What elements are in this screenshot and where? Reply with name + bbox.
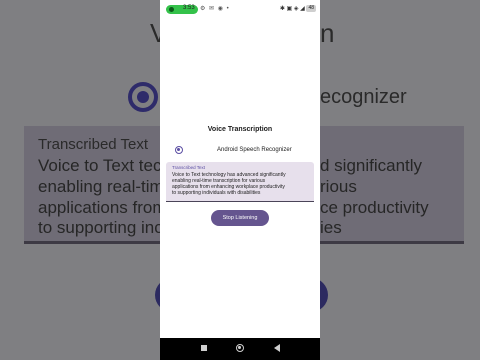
status-bar: 3:53 ⚙ ✉ ◉ • ✱ ▣ ◈ ◢ 48 [160, 0, 320, 18]
background-line: applications from [38, 198, 167, 217]
page-title: Voice Transcription [207, 126, 273, 133]
radio-label[interactable]: Android Speech Recognizer [217, 147, 292, 153]
navigation-bar [160, 338, 320, 360]
background-line: ies [320, 218, 342, 237]
background-title-right: n [320, 18, 335, 48]
text-field-line: to supporting individuals with disabilit… [172, 190, 261, 196]
background-line: rious [320, 177, 357, 196]
status-time: 3:53 [183, 5, 195, 11]
notification-icons: ⚙ ✉ ◉ • [200, 6, 230, 12]
background-line: to supporting inc [38, 218, 163, 237]
background-line: Voice to Text tec [38, 156, 162, 175]
radio-button-android-speech-recognizer[interactable] [175, 146, 183, 154]
mic-icon [169, 7, 174, 12]
recents-icon[interactable] [274, 344, 280, 352]
background-line: d significantly [320, 156, 423, 175]
background-caption: Transcribed Text [38, 136, 149, 153]
text-field-label: Transcribed Text [172, 165, 206, 170]
battery-icon: 48 [306, 5, 316, 12]
background-radio-label: ecognizer [320, 86, 407, 108]
phone-screen: 3:53 ⚙ ✉ ◉ • ✱ ▣ ◈ ◢ 48 Voice Transcript… [160, 0, 320, 360]
system-status-icons: ✱ ▣ ◈ ◢ 48 [280, 5, 316, 12]
transcribed-text-field[interactable]: Transcribed Text Voice to Text technolog… [166, 162, 314, 202]
stop-listening-button[interactable]: Stop Listening [211, 210, 269, 226]
home-icon[interactable] [236, 344, 244, 352]
background-radio-icon [128, 82, 158, 112]
background-line: ce productivity [320, 198, 429, 217]
back-icon[interactable] [201, 345, 207, 351]
background-line: enabling real-tim [38, 177, 164, 196]
status-icons: ✱ ▣ ◈ ◢ [279, 6, 305, 13]
